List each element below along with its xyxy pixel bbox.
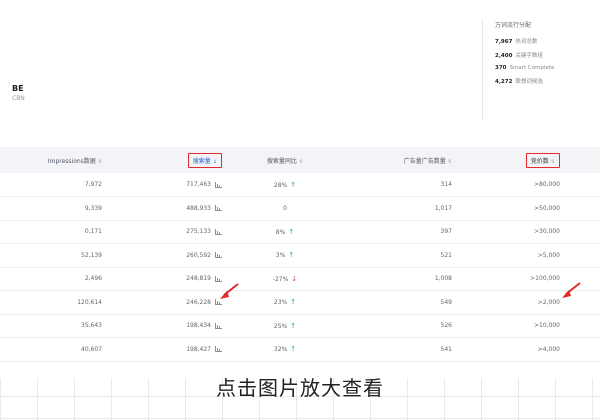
table-row[interactable]: 35,643 198,434 25% ↑ 526 >10,000: [0, 314, 600, 338]
table-row[interactable]: 0,171 275,133 8% ↑ 397 >30,000: [0, 220, 600, 244]
cell-yoy: 8% ↑: [275, 227, 295, 236]
summary-panel: 万词流行分配 7,967 热词总数 2,400 关键字数组 370 Smart Com…: [482, 20, 600, 120]
table-header-row: Impressions数据 ⇅ 搜索量 ↓ 搜索量同比 ⇅ 广告量广告数量 ⇅ 竞价数 ⇅: [0, 147, 600, 173]
table-row[interactable]: 7,972 717,463 28% ↑ 314 >80,000: [0, 173, 600, 197]
summary-row: 370 Smart Complete: [495, 65, 600, 71]
summary-title: 万词流行分配: [495, 22, 532, 29]
table-row[interactable]: 9,339 488,933 0 1,017 >50,000: [0, 196, 600, 221]
annotation-arrow-right: [562, 282, 581, 298]
trend-up-icon: ↑: [290, 321, 297, 330]
header-search-volume[interactable]: 搜索量 ↓: [110, 147, 230, 173]
trend-up-icon: ↑: [288, 227, 295, 236]
table-row[interactable]: 40,607 198,427 32% ↑ 541 >4,000: [0, 337, 600, 362]
summary-row: 4,272 联想词候选: [495, 77, 600, 85]
highlighted-sort-header[interactable]: 搜索量 ↓: [187, 152, 222, 168]
cell-impressions: 7,972: [84, 181, 102, 188]
header-bid[interactable]: 竞价数 ⇅: [460, 147, 600, 173]
cell-ads: 521: [440, 251, 452, 259]
cell-bid: >4,000: [537, 345, 560, 353]
header-impressions[interactable]: Impressions数据 ⇅: [0, 147, 110, 173]
cell-yoy: 25% ↑: [273, 321, 297, 330]
kpi-value: ΒΕ: [12, 84, 24, 93]
summary-text: Smart Complete: [509, 65, 555, 71]
sort-desc-icon[interactable]: ↓: [213, 159, 217, 165]
cell-impressions: 40,607: [81, 345, 102, 353]
cell-ads: 314: [440, 181, 452, 188]
cell-ads: 1,008: [434, 275, 452, 283]
sort-icon[interactable]: ⇅: [448, 159, 452, 165]
header-ads[interactable]: 广告量广告数量 ⇅: [340, 147, 460, 173]
summary-row: 7,967 热词总数: [495, 37, 600, 45]
cell-yoy: 3% ↑: [275, 251, 295, 260]
summary-num: 4,272: [495, 79, 513, 85]
cell-impressions: 9,339: [84, 204, 102, 212]
summary-num: 370: [495, 65, 507, 71]
summary-num: 7,967: [495, 39, 513, 45]
cell-bid: >5,000: [537, 251, 560, 259]
cell-bid: >10,000: [533, 322, 560, 330]
cell-ads: 397: [440, 228, 452, 236]
cell-volume: 198,434: [110, 314, 230, 338]
cell-impressions: 35,643: [81, 322, 102, 330]
cell-impressions: 2,496: [84, 275, 102, 283]
cell-volume: 275,133: [110, 220, 230, 244]
bar-chart-icon[interactable]: [215, 275, 222, 282]
cell-bid: >50,000: [533, 204, 560, 212]
header-yoy[interactable]: 搜索量同比 ⇅: [230, 147, 340, 173]
cell-volume: 260,592: [110, 244, 230, 268]
sort-icon[interactable]: ⇅: [551, 159, 555, 165]
cell-volume: 246,228: [110, 291, 230, 315]
trend-down-icon: ↓: [291, 274, 298, 283]
cell-impressions: 0,171: [84, 228, 102, 236]
cell-volume: 248,819: [110, 267, 230, 291]
trend-up-icon: ↑: [290, 298, 297, 307]
annotation-arrow-left: [220, 283, 239, 299]
table-row[interactable]: 52,139 260,592 3% ↑ 521 >5,000: [0, 243, 600, 268]
table-row[interactable]: 2,496 248,819 -27% ↓ 1,008 >100,000: [0, 267, 600, 291]
highlighted-header[interactable]: 竞价数 ⇅: [525, 152, 560, 168]
cell-bid: >30,000: [533, 228, 560, 236]
summary-row: 2,400 关键字数组: [495, 51, 600, 59]
bar-chart-icon[interactable]: [215, 322, 222, 329]
overview-card: ΒΕ CBN 万词流行分配 7,967 热词总数 2,400 关键字数组 370 Sm…: [0, 0, 600, 145]
cell-yoy: 23% ↑: [273, 298, 297, 307]
cell-yoy: 32% ↑: [273, 345, 297, 354]
zoom-caption: 点击图片放大查看: [216, 376, 384, 400]
table-row[interactable]: 120,614 246,228 23% ↑ 549 >2,000: [0, 290, 600, 315]
bar-chart-icon[interactable]: [215, 228, 222, 235]
cell-ads: 1,017: [434, 204, 452, 212]
cell-ads: 541: [440, 345, 452, 353]
cell-impressions: 52,139: [81, 251, 102, 259]
cell-ads: 526: [440, 322, 452, 330]
sort-icon[interactable]: ⇅: [98, 159, 102, 165]
kpi-block: ΒΕ CBN: [12, 84, 25, 102]
cell-volume: 198,427: [110, 338, 230, 362]
bar-chart-icon[interactable]: [215, 205, 222, 212]
kpi-label: CBN: [12, 95, 25, 102]
cell-impressions: 120,614: [77, 298, 102, 306]
summary-text: 联想词候选: [515, 79, 543, 85]
sort-icon[interactable]: ⇅: [299, 159, 303, 165]
cell-yoy: -27% ↓: [272, 274, 298, 283]
trend-up-icon: ↑: [290, 180, 297, 189]
summary-text: 热词总数: [515, 39, 538, 45]
cell-bid: >80,000: [533, 181, 560, 188]
cell-volume: 717,463: [110, 173, 230, 197]
cell-yoy: 0: [283, 204, 287, 212]
summary-num: 2,400: [495, 53, 513, 59]
cell-ads: 549: [440, 298, 452, 306]
trend-up-icon: ↑: [290, 345, 297, 354]
summary-text: 关键字数组: [515, 53, 543, 59]
bar-chart-icon[interactable]: [215, 252, 222, 259]
keyword-table: Impressions数据 ⇅ 搜索量 ↓ 搜索量同比 ⇅ 广告量广告数量 ⇅ 竞价数 ⇅…: [0, 147, 600, 362]
cell-yoy: 28% ↑: [273, 180, 297, 189]
cell-volume: 488,933: [110, 197, 230, 221]
screenshot-panel: ΒΕ CBN 万词流行分配 7,967 热词总数 2,400 关键字数组 370 Sm…: [0, 0, 600, 378]
bar-chart-icon[interactable]: [215, 346, 222, 353]
trend-up-icon: ↑: [288, 251, 295, 260]
bar-chart-icon[interactable]: [215, 181, 222, 188]
